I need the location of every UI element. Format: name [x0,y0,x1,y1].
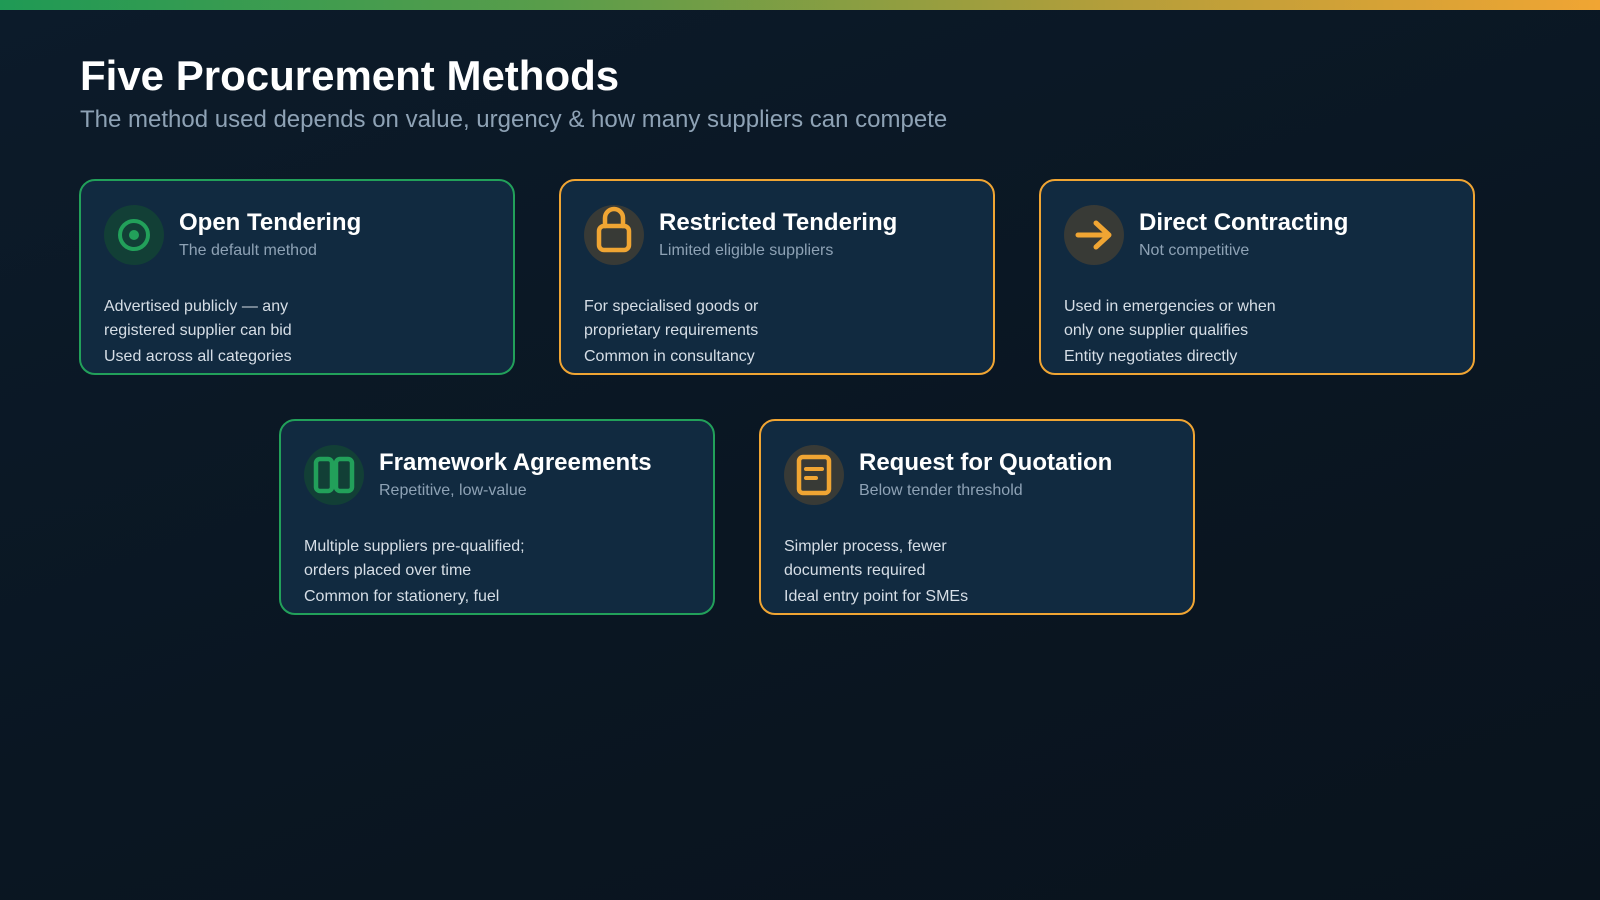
card-description: For specialised goods or proprietary req… [584,295,758,369]
card-title: Open Tendering [179,209,362,236]
card-restricted-tendering: Restricted Tendering Limited eligible su… [559,179,995,375]
card-subtitle: Repetitive, low-value [379,482,527,499]
description-line: Common for stationery, fuel [304,588,500,605]
lock-icon [584,205,644,265]
card-framework-agreements: Framework Agreements Repetitive, low-val… [279,419,715,615]
description-line: Entity negotiates directly [1064,348,1238,365]
arrow-right-icon [1064,205,1124,265]
description-line: For specialised goods or [584,298,759,315]
description-line: only one supplier qualifies [1064,322,1249,339]
card-subtitle: The default method [179,242,317,259]
description-line: Common in consultancy [584,348,755,365]
card-title: Request for Quotation [859,449,1113,476]
card-title: Framework Agreements [379,449,652,476]
card-description: Used in emergencies or when only one sup… [1064,295,1276,369]
card-subtitle: Not competitive [1139,242,1250,259]
description-line: Used in emergencies or when [1064,298,1276,315]
card-description: Simpler process, fewer documents require… [784,535,968,609]
description-line: proprietary requirements [584,322,759,339]
top-accent-bar [0,0,1600,10]
page-subtitle: The method used depends on value, urgenc… [80,106,948,133]
card-title: Restricted Tendering [659,209,898,236]
card-request-for-quotation: Request for Quotation Below tender thres… [759,419,1195,615]
description-line: Advertised publicly — any [104,298,289,315]
description-line: Ideal entry point for SMEs [784,588,969,605]
card-subtitle: Below tender threshold [859,482,1023,499]
card-direct-contracting: Direct Contracting Not competitive Used … [1039,179,1475,375]
description-line: Used across all categories [104,348,292,365]
page-title: Five Procurement Methods [80,52,620,99]
columns-icon [304,445,364,505]
description-line: Multiple suppliers pre-qualified; [304,538,525,555]
card-subtitle: Limited eligible suppliers [659,242,834,259]
card-description: Multiple suppliers pre-qualified; orders… [304,535,525,609]
card-open-tendering: Open Tendering The default method Advert… [79,179,515,375]
card-description: Advertised publicly — any registered sup… [104,295,292,369]
target-icon [104,205,164,265]
card-title: Direct Contracting [1139,209,1349,236]
description-line: registered supplier can bid [104,322,292,339]
document-icon [784,445,844,505]
description-line: Simpler process, fewer [784,538,947,555]
description-line: documents required [784,562,926,579]
description-line: orders placed over time [304,562,472,579]
